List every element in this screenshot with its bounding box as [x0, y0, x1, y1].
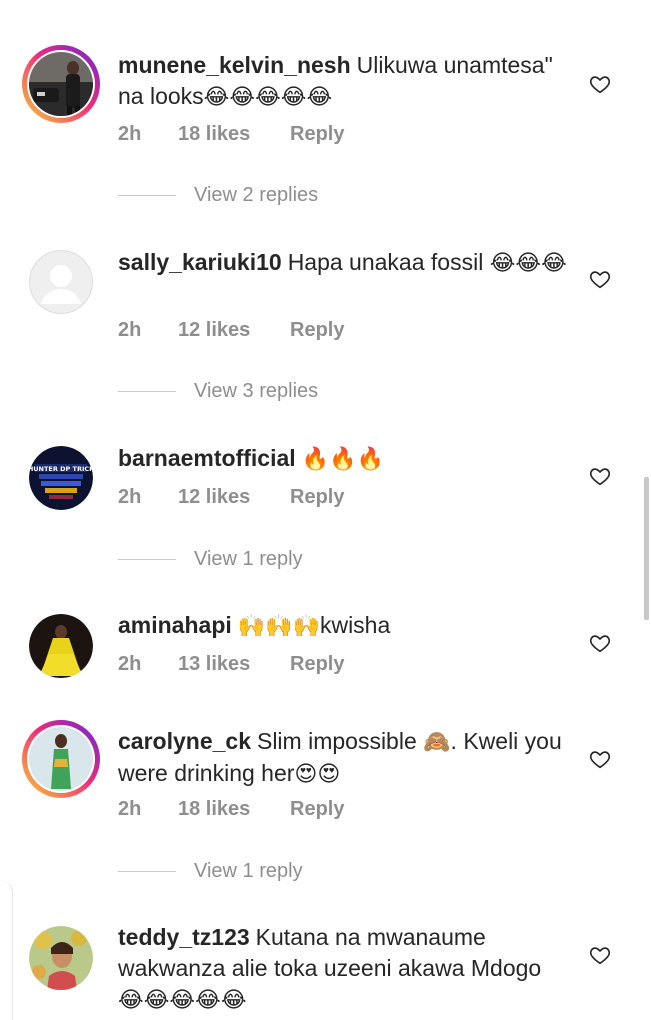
comment-username[interactable]: munene_kelvin_nesh: [118, 52, 351, 78]
divider-line: [118, 195, 176, 196]
comment-emoji: 😂😂😂😂😂: [118, 988, 247, 1013]
comment-text: barnaemtofficial 🔥🔥🔥: [118, 443, 573, 475]
comment-time: 2h: [118, 123, 142, 145]
view-replies-label: View 3 replies: [194, 380, 319, 402]
comment-meta: 2h 12 likes Reply: [118, 486, 344, 509]
heart-icon[interactable]: [589, 73, 611, 95]
comment-emoji-trailing: 😍😍: [294, 762, 341, 787]
comment-emoji: 😂😂😂: [489, 251, 567, 276]
comment-username[interactable]: carolyne_ck: [118, 728, 251, 754]
divider-line: [118, 559, 176, 560]
comment-meta: 2h 13 likes Reply: [118, 653, 344, 676]
avatar[interactable]: [29, 614, 93, 678]
view-replies-button[interactable]: View 2 replies: [118, 184, 318, 207]
scrollbar[interactable]: [644, 477, 649, 620]
heart-icon[interactable]: [589, 944, 611, 966]
comment-emoji: 🔥🔥🔥: [301, 447, 384, 472]
comment-text: sally_kariuki10 Hapa unakaa fossil 😂😂😂: [118, 247, 573, 279]
comment-meta: 2h 12 likes Reply: [118, 319, 344, 342]
avatar[interactable]: [29, 250, 93, 314]
view-replies-button[interactable]: View 3 replies: [118, 380, 318, 403]
reply-button[interactable]: Reply: [290, 486, 344, 509]
comment-meta: 2h 18 likes Reply: [118, 798, 344, 821]
comment-body: Hapa unakaa fossil: [287, 249, 490, 275]
comment-text: aminahapi 🙌🙌🙌kwisha: [118, 610, 573, 642]
divider-line: [118, 871, 176, 872]
comment-likes[interactable]: 18 likes: [178, 798, 290, 821]
view-replies-label: View 1 reply: [194, 860, 303, 882]
comment-likes[interactable]: 12 likes: [178, 486, 290, 509]
comment-emoji: 🙌🙌🙌: [237, 614, 320, 639]
heart-icon[interactable]: [589, 748, 611, 770]
panel-edge: [0, 880, 13, 1020]
view-replies-label: View 1 reply: [194, 548, 303, 570]
comment-username[interactable]: sally_kariuki10: [118, 249, 282, 275]
comment-text: carolyne_ck Slim impossible 🙈. Kweli you …: [118, 726, 573, 790]
heart-icon[interactable]: [589, 465, 611, 487]
avatar: [29, 727, 93, 791]
avatar[interactable]: [29, 926, 93, 990]
heart-icon[interactable]: [589, 632, 611, 654]
comment-time: 2h: [118, 486, 142, 508]
comment-likes[interactable]: 18 likes: [178, 123, 290, 146]
view-replies-button[interactable]: View 1 reply: [118, 860, 303, 883]
comment-time: 2h: [118, 798, 142, 820]
comment-body: Slim impossible: [256, 728, 424, 754]
reply-button[interactable]: Reply: [290, 123, 344, 146]
comment-time: 2h: [118, 319, 142, 341]
reply-button[interactable]: Reply: [290, 653, 344, 676]
comment-username[interactable]: aminahapi: [118, 612, 232, 638]
divider-line: [118, 391, 176, 392]
reply-button[interactable]: Reply: [290, 798, 344, 821]
heart-icon[interactable]: [589, 268, 611, 290]
comment-text: teddy_tz123 Kutana na mwanaume wakwanza a…: [118, 922, 573, 1016]
comment-emoji: 😂😂😂😂😂: [203, 85, 333, 110]
avatar-story-ring[interactable]: [22, 720, 100, 798]
reply-button[interactable]: Reply: [290, 319, 344, 342]
view-replies-button[interactable]: View 1 reply: [118, 548, 303, 571]
comment-meta: 2h 18 likes Reply: [118, 123, 344, 146]
comment-time: 2h: [118, 653, 142, 675]
avatar-logo-text: HUNTER DP TRICK: [29, 465, 93, 473]
comment-likes[interactable]: 12 likes: [178, 319, 290, 342]
view-replies-label: View 2 replies: [194, 184, 319, 206]
avatar[interactable]: HUNTER DP TRICK: [29, 446, 93, 510]
avatar-story-ring[interactable]: [22, 45, 100, 123]
comment-username[interactable]: teddy_tz123: [118, 924, 250, 950]
comment-emoji: 🙈: [423, 730, 451, 755]
comment-body-continued: kwisha: [319, 612, 391, 638]
comment-likes[interactable]: 13 likes: [178, 653, 290, 676]
comment-username[interactable]: barnaemtofficial: [118, 445, 296, 471]
avatar: [29, 52, 93, 116]
comment-text: munene_kelvin_nesh Ulikuwa unamtesa" na l…: [118, 50, 573, 113]
